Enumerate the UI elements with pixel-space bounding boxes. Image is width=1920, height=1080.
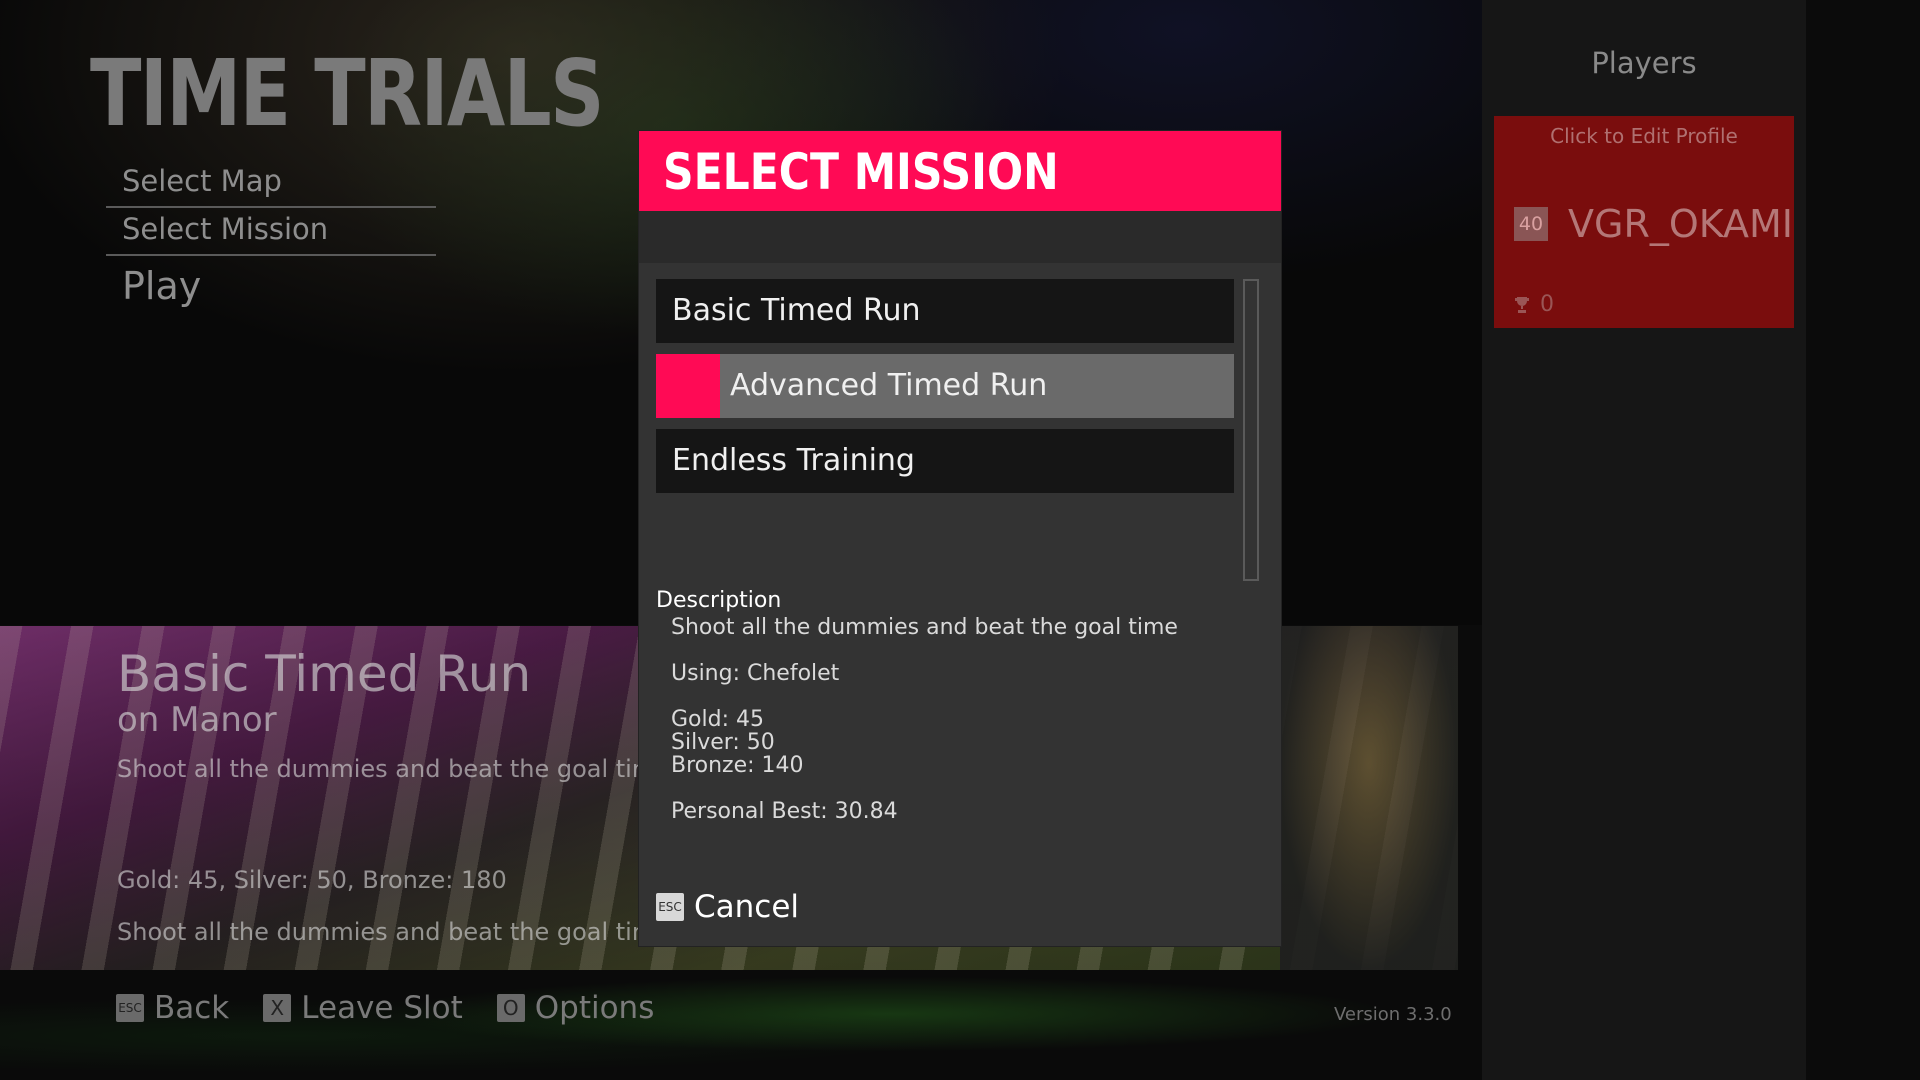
gold-time: Gold: 45	[671, 707, 764, 732]
profile-row: 40 VGR_OKAMI	[1514, 202, 1793, 246]
o-key-icon: O	[496, 994, 525, 1022]
player-name: VGR_OKAMI	[1568, 202, 1793, 246]
players-sidebar: Players Click to Edit Profile 40 VGR_OKA…	[1482, 0, 1806, 1080]
description-body: Shoot all the dummies and beat the goal …	[671, 616, 1178, 823]
mission-list-scrollbar[interactable]	[1243, 279, 1259, 581]
back-label: Back	[154, 990, 230, 1026]
mission-item-endless-training[interactable]: Endless Training	[656, 429, 1234, 493]
footer-hints: ESC Back X Leave Slot O Options	[116, 990, 654, 1026]
main-menu: Select Map Select Mission	[106, 160, 436, 256]
mission-item-advanced-timed-run[interactable]: Advanced Timed Run	[656, 354, 1234, 418]
preview-map-name: on Manor	[117, 700, 277, 740]
preview-description-secondary: Shoot all the dummies and beat the goal …	[117, 918, 670, 946]
mission-list: Basic Timed Run Advanced Timed Run Endle…	[656, 279, 1234, 504]
version-label: Version 3.3.0	[1334, 1004, 1452, 1025]
weapon-used: Using: Chefolet	[671, 661, 840, 686]
trophy-icon	[1515, 296, 1529, 313]
page-title: TIME TRIALS	[90, 40, 604, 147]
level-badge: 40	[1514, 207, 1548, 241]
cancel-label: Cancel	[694, 889, 800, 925]
dialog-title: SELECT MISSION	[663, 143, 1059, 201]
trophy-count: 0	[1514, 292, 1554, 317]
silver-time: Silver: 50	[671, 730, 775, 755]
mission-item-basic-timed-run[interactable]: Basic Timed Run	[656, 279, 1234, 343]
edit-profile-hint: Click to Edit Profile	[1550, 124, 1738, 148]
preview-mission-name: Basic Timed Run	[117, 645, 532, 703]
selection-indicator	[656, 354, 720, 418]
leave-slot-button[interactable]: X Leave Slot	[263, 990, 463, 1026]
menu-item-select-mission[interactable]: Select Mission	[106, 208, 436, 256]
preview-character-art	[1280, 626, 1458, 970]
cancel-button[interactable]: ESC Cancel	[656, 889, 799, 925]
dialog-subheader	[639, 211, 1281, 263]
preview-medals: Gold: 45, Silver: 50, Bronze: 180	[117, 866, 507, 894]
options-label: Options	[534, 990, 655, 1026]
options-button[interactable]: O Options	[496, 990, 655, 1026]
esc-key-icon: ESC	[656, 893, 684, 921]
preview-description: Shoot all the dummies and beat the goal …	[117, 755, 670, 783]
description-heading: Description	[656, 588, 782, 613]
trophy-value: 0	[1540, 292, 1554, 317]
menu-item-select-map[interactable]: Select Map	[106, 160, 436, 208]
esc-key-icon: ESC	[116, 994, 144, 1022]
personal-best: Personal Best: 30.84	[671, 799, 898, 824]
players-heading: Players	[1591, 46, 1697, 80]
play-button[interactable]: Play	[122, 264, 201, 308]
dialog-header: SELECT MISSION	[639, 131, 1281, 211]
leave-slot-label: Leave Slot	[301, 990, 463, 1026]
x-key-icon: X	[263, 994, 292, 1022]
select-mission-dialog: SELECT MISSION Basic Timed Run Advanced …	[639, 131, 1281, 946]
player-profile-card[interactable]: Click to Edit Profile 40 VGR_OKAMI 0	[1494, 116, 1794, 328]
bronze-time: Bronze: 140	[671, 753, 804, 778]
description-text: Shoot all the dummies and beat the goal …	[671, 615, 1178, 640]
back-button[interactable]: ESC Back	[116, 990, 229, 1026]
mission-item-label: Advanced Timed Run	[730, 368, 1048, 403]
